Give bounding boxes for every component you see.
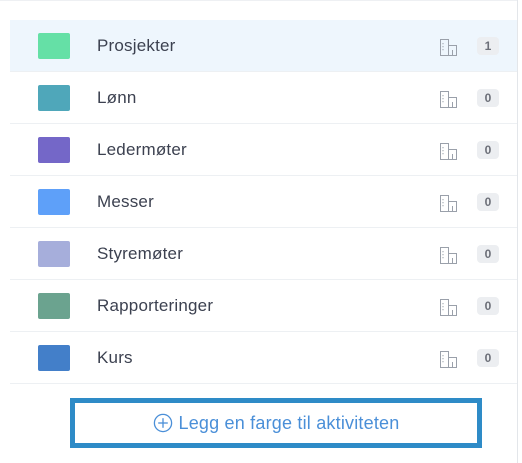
category-row[interactable]: Lønn 0 (10, 72, 517, 124)
document-icon[interactable] (438, 348, 460, 370)
count-badge: 0 (477, 89, 499, 107)
category-label: Lønn (97, 88, 137, 107)
add-color-label: Legg en farge til aktiviteten (178, 412, 400, 433)
panel-right-divider (517, 0, 518, 463)
color-swatch[interactable] (38, 85, 70, 111)
count-badge: 0 (477, 141, 499, 159)
document-icon[interactable] (438, 36, 460, 58)
color-swatch[interactable] (38, 345, 70, 371)
category-row[interactable]: Styremøter 0 (10, 228, 517, 280)
count-badge: 1 (477, 37, 499, 55)
category-label: Kurs (97, 348, 133, 367)
color-swatch[interactable] (38, 189, 70, 215)
category-label: Messer (97, 192, 154, 211)
category-list: Prosjekter 1 Lønn 0 Ledermøter 0 Messer … (10, 20, 517, 384)
color-swatch[interactable] (38, 33, 70, 59)
count-badge: 0 (477, 193, 499, 211)
category-label: Prosjekter (97, 36, 176, 55)
document-icon[interactable] (438, 192, 460, 214)
count-badge: 0 (477, 297, 499, 315)
panel-top-divider (0, 0, 517, 1)
color-swatch[interactable] (38, 241, 70, 267)
category-row[interactable]: Ledermøter 0 (10, 124, 517, 176)
category-row[interactable]: Prosjekter 1 (10, 20, 517, 72)
category-label: Rapporteringer (97, 296, 214, 315)
category-label: Styremøter (97, 244, 184, 263)
color-category-panel: Prosjekter 1 Lønn 0 Ledermøter 0 Messer … (0, 0, 517, 463)
document-icon[interactable] (438, 244, 460, 266)
count-badge: 0 (477, 245, 499, 263)
category-row[interactable]: Messer 0 (10, 176, 517, 228)
color-swatch[interactable] (38, 137, 70, 163)
plus-circle-icon (153, 413, 173, 433)
add-color-button[interactable]: Legg en farge til aktiviteten (70, 398, 482, 448)
document-icon[interactable] (438, 296, 460, 318)
category-row[interactable]: Kurs 0 (10, 332, 517, 384)
document-icon[interactable] (438, 88, 460, 110)
category-row[interactable]: Rapporteringer 0 (10, 280, 517, 332)
document-icon[interactable] (438, 140, 460, 162)
count-badge: 0 (477, 349, 499, 367)
category-label: Ledermøter (97, 140, 187, 159)
color-swatch[interactable] (38, 293, 70, 319)
